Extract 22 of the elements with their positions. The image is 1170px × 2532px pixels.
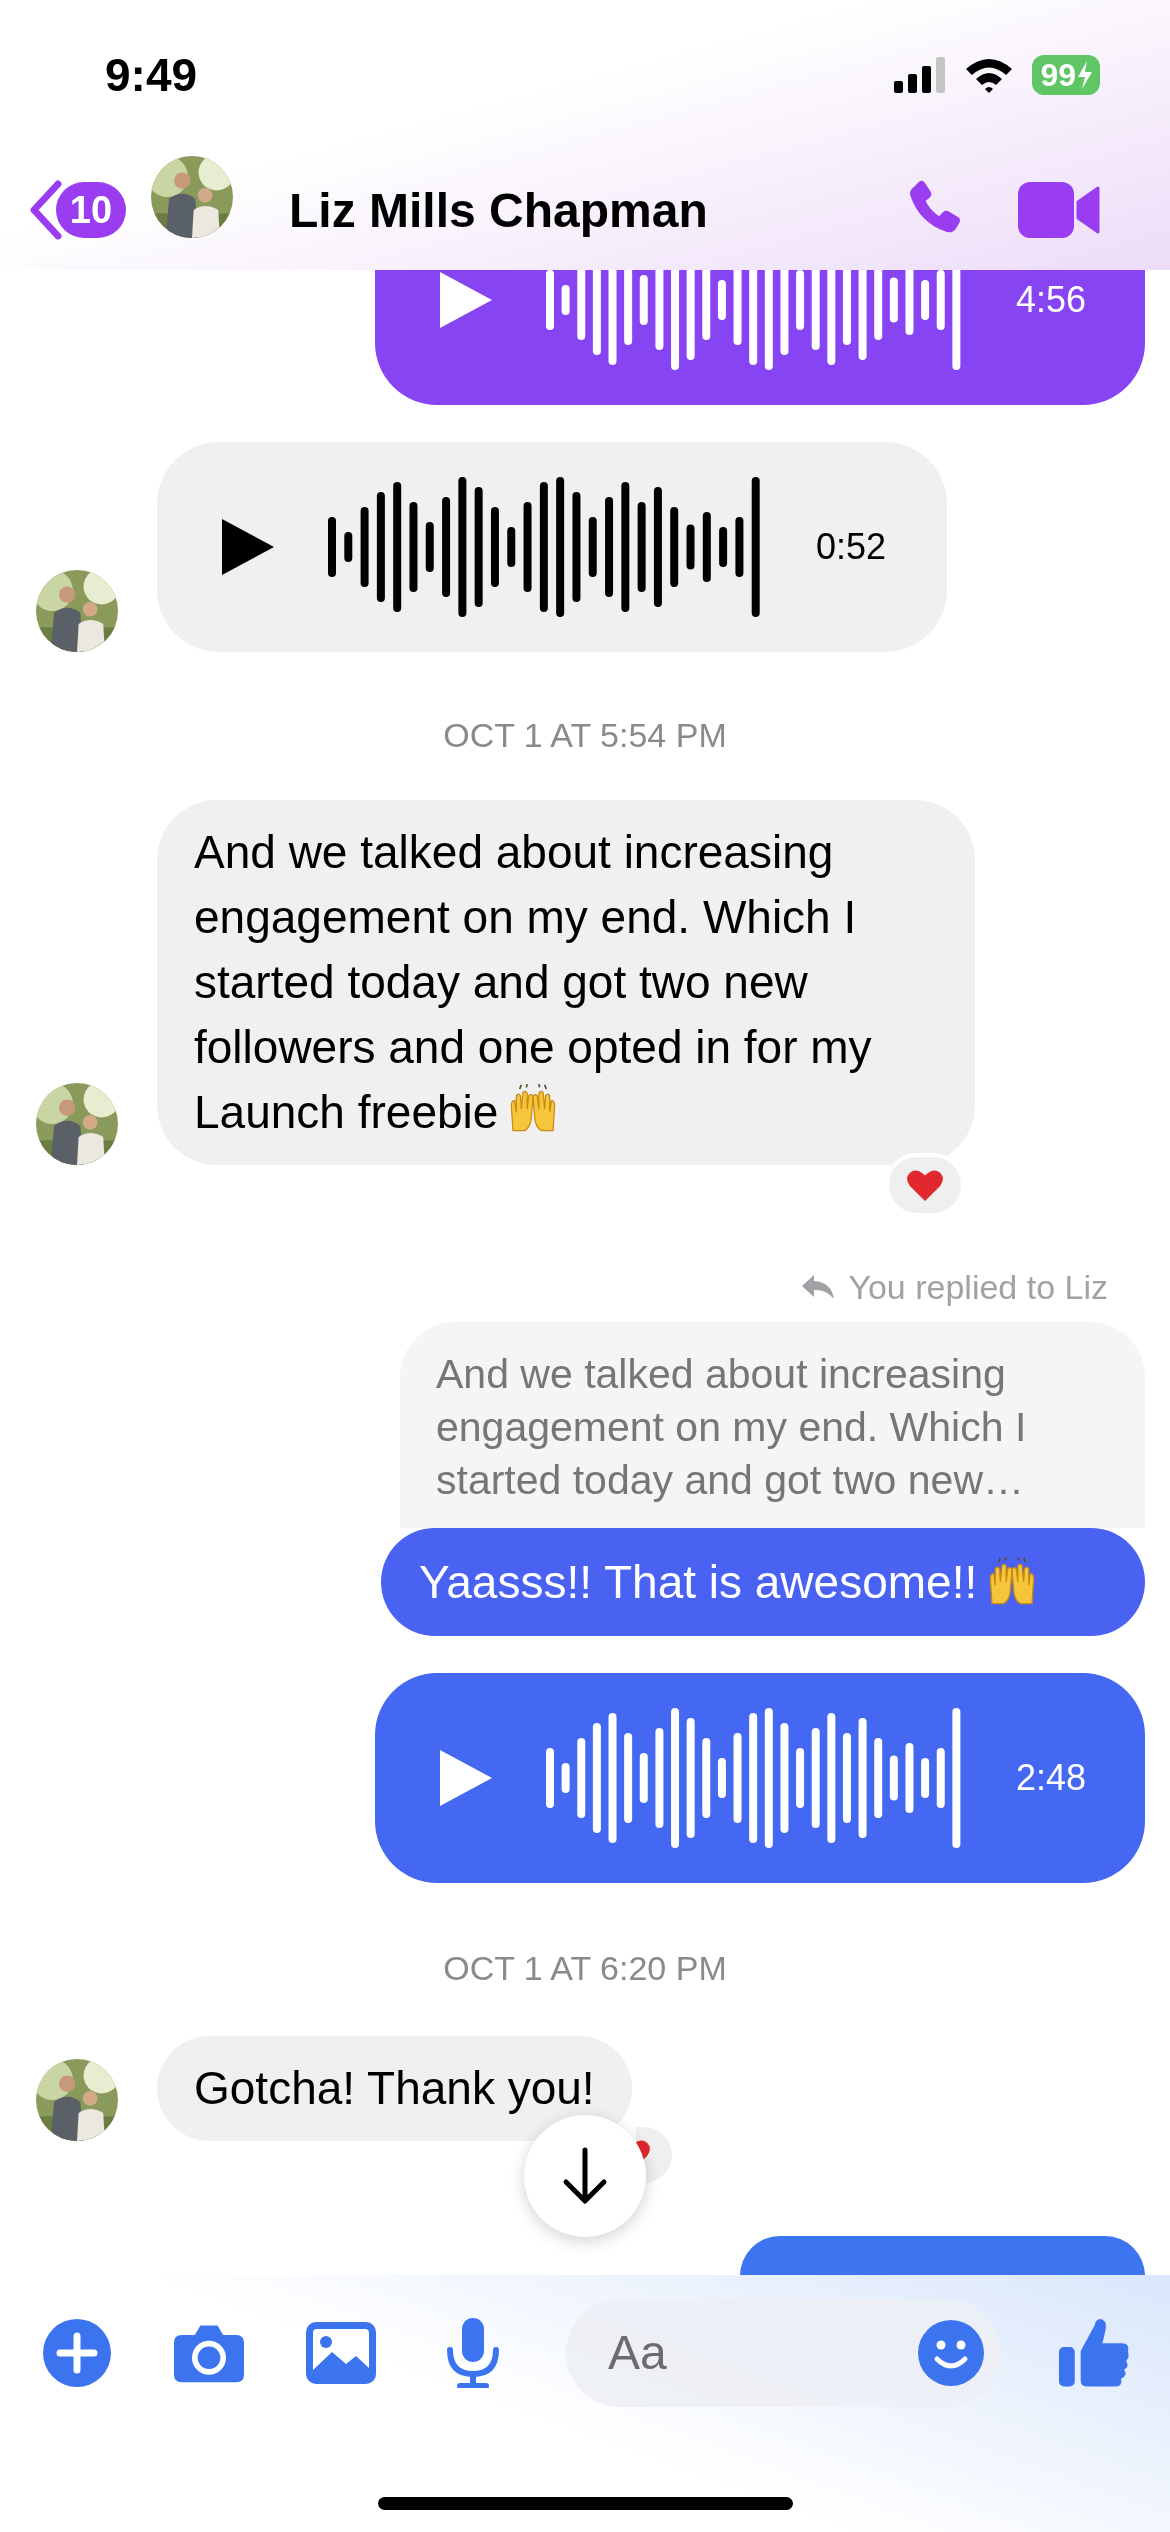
reply-label: You replied to Liz [848,1267,1108,1307]
quoted-message[interactable]: And we talked about increasing engagement on my end. Which I started today and got two new… [400,1322,1145,1528]
message-text: Yaasss!! That is awesome!! [419,1555,978,1609]
duration-label: 0:52 [816,526,887,568]
duration-label: 4:56 [1016,279,1087,321]
duration-label: 2:48 [1016,1757,1087,1799]
message-bubble[interactable]: And we talked about increasing engagement on my end. Which I started today and got two new followers and one opted in for my Launch freebie [157,800,975,1165]
message-input[interactable]: Aa [566,2298,1001,2407]
message-text: And we talked about increasing engagement on my end. Which I started today and got two new followers and one opted in for my Launch freebie [194,826,872,1138]
unread-count-badge: 10 [56,182,126,238]
timestamp: OCT 1 AT 5:54 PM [442,715,728,755]
message-bubble[interactable]: Gotcha! Thank you! [157,2036,632,2141]
voice-message[interactable]: 0:52 [157,442,947,652]
status-time: 9:49 [105,48,198,102]
contact-name[interactable]: Liz Mills Chapman [289,182,900,238]
voice-message[interactable]: 2:48 [375,1673,1145,1883]
message-bubble[interactable]: Yaasss!! That is awesome!! [381,1528,1145,1636]
voice-message[interactable]: 4:56 [375,270,1145,405]
message-text: Gotcha! Thank you! [194,2062,595,2114]
back-button[interactable]: 10 [28,180,126,240]
battery-level: 99 [1040,56,1076,94]
timestamp: OCT 1 AT 6:20 PM [442,1948,728,1988]
